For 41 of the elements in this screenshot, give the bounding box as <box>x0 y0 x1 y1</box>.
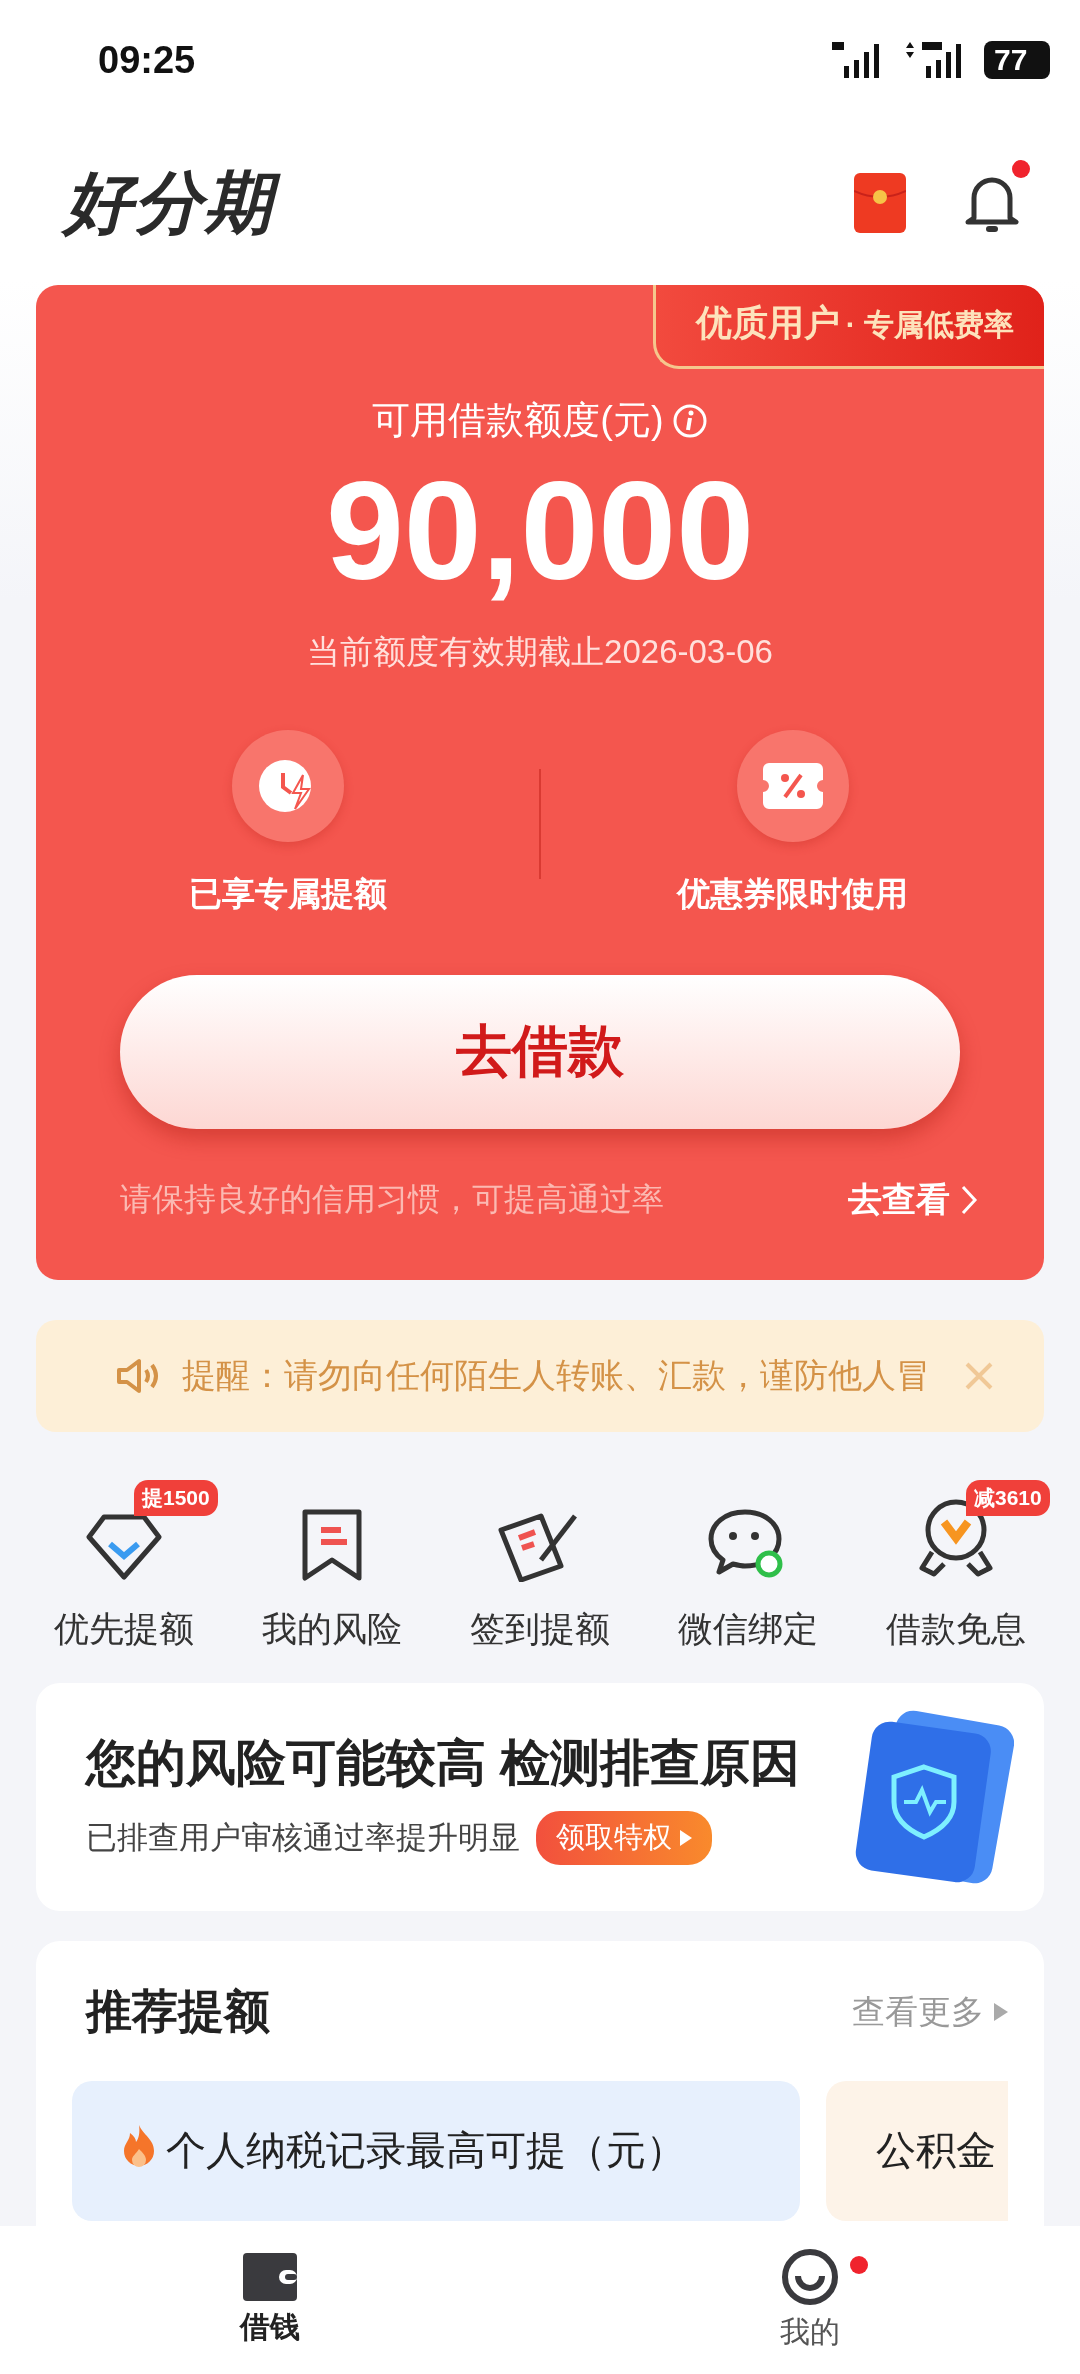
diamond-check-icon <box>86 1512 162 1582</box>
signal-5g-icon <box>830 40 880 80</box>
recommend-card[interactable]: 个人纳税记录最高可提（元） <box>72 2081 800 2221</box>
battery-level: 77 <box>984 41 1050 79</box>
smiley-icon <box>781 2247 839 2306</box>
recommend-card[interactable]: 公积金 <box>826 2081 1008 2221</box>
notice-text: 提醒：请勿向任何陌生人转账、汇款，谨防他人冒 <box>182 1355 931 1396</box>
shortcut-item[interactable]: 签到提额 <box>450 1492 630 1653</box>
credit-tip: 请保持良好的信用习惯，可提高通过率 <box>120 1180 664 1219</box>
wallet-icon <box>243 2252 297 2301</box>
risk-subtitle: 已排查用户审核通过率提升明显 <box>86 1818 520 1857</box>
status-time: 09:25 <box>98 38 196 82</box>
validity-text: 当前额度有效期截止2026-03-06 <box>307 632 773 672</box>
flame-icon <box>122 2123 156 2167</box>
nav-tab[interactable]: 我的 <box>540 2226 1080 2374</box>
risk-banner[interactable]: 您的风险可能较高 检测排查原因 已排查用户审核通过率提升明显 领取特权 <box>36 1683 1044 1911</box>
shortcut-item[interactable]: 我的风险 <box>242 1492 422 1653</box>
play-triangle-icon <box>994 2003 1008 2021</box>
recommend-card-title: 公积金 <box>876 2127 996 2174</box>
nav-tab[interactable]: 借钱 <box>0 2226 540 2374</box>
recommend-card-title: 个人纳税记录最高可提（元） <box>166 2127 686 2174</box>
shortcut-badge: 减3610 <box>966 1480 1050 1516</box>
coupon-icon <box>762 763 823 809</box>
bookmark-icon <box>301 1508 363 1582</box>
speaker-icon <box>116 1357 160 1395</box>
credit-label: 可用借款额度(元) <box>372 398 664 443</box>
app-logo: 好分期 <box>60 158 288 247</box>
chevron-right-icon <box>960 1184 978 1216</box>
shortcut-item[interactable]: 微信绑定 <box>658 1492 838 1653</box>
envelope-icon[interactable] <box>854 172 906 233</box>
risk-title: 您的风险可能较高 检测排查原因 <box>86 1733 800 1793</box>
play-triangle-icon <box>680 1829 692 1846</box>
info-icon[interactable] <box>671 402 708 439</box>
shortcut-badge: 提1500 <box>134 1480 218 1516</box>
feature-label: 已享专属提额 <box>188 874 387 914</box>
credit-amount: 90,000 <box>325 454 755 608</box>
section-title: 推荐提额 <box>86 1984 270 2039</box>
feature-label: 优惠券限时使用 <box>677 874 908 914</box>
tag-subtitle: · 专属低费率 <box>845 307 1014 343</box>
borrow-button[interactable]: 去借款 <box>120 975 960 1129</box>
tag-title: 优质用户 <box>695 301 840 345</box>
